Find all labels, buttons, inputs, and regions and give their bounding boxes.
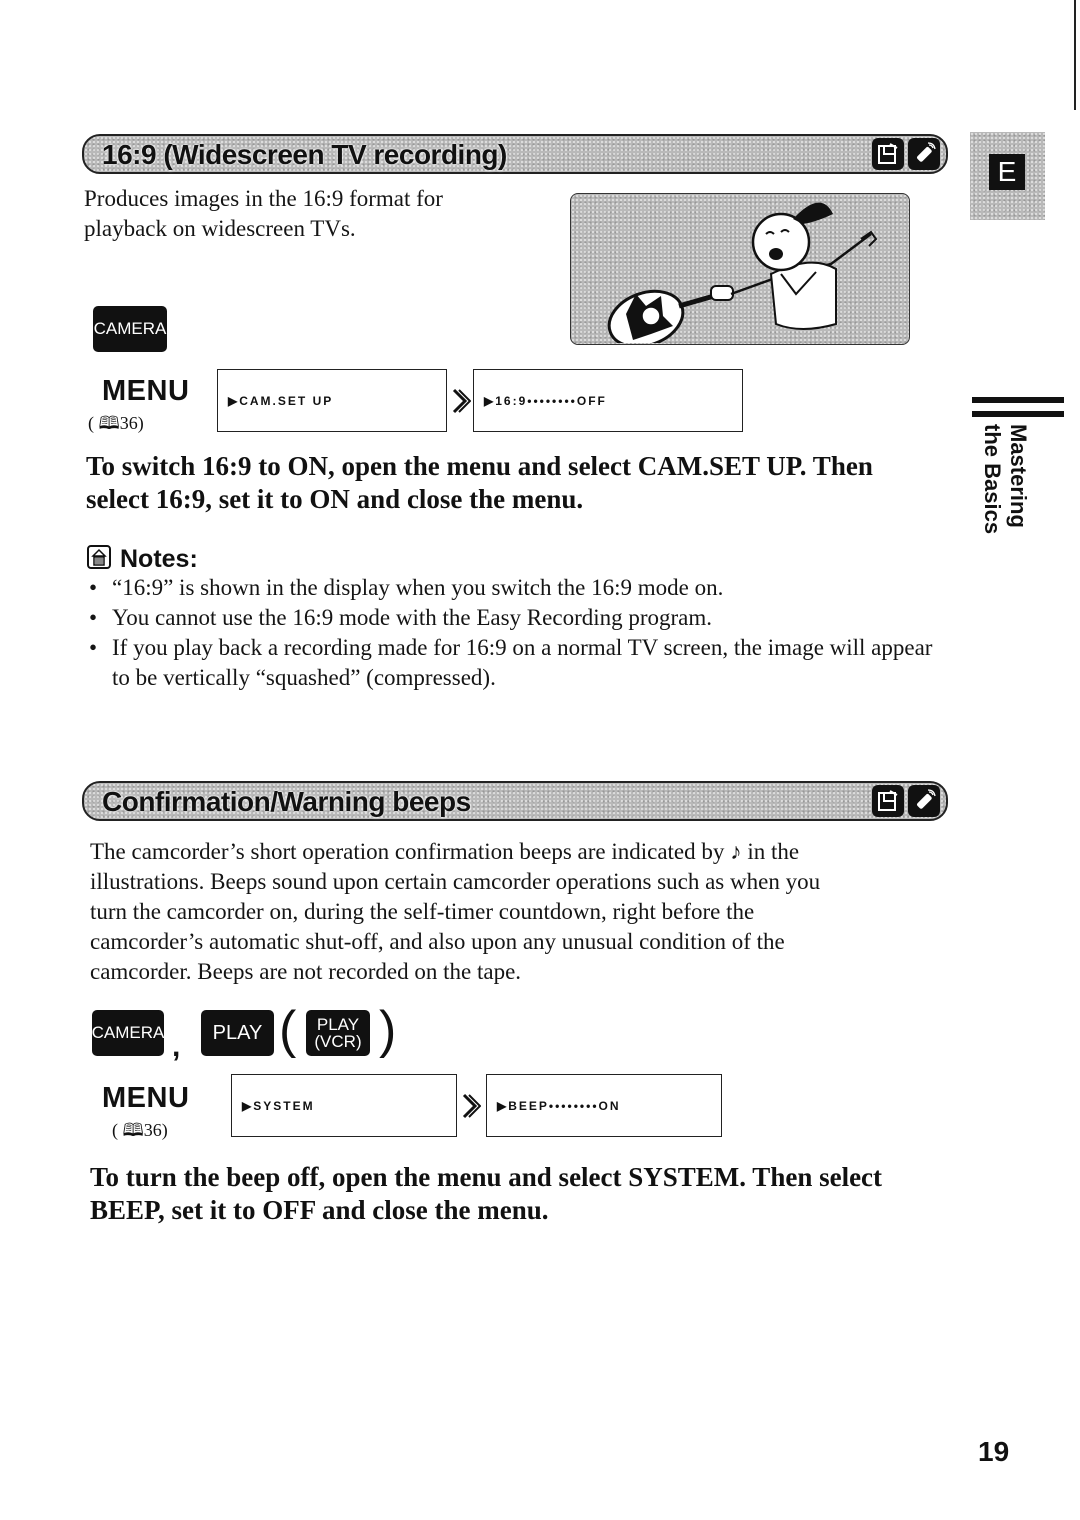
- description-line: The camcorder’s short operation confirma…: [90, 839, 800, 864]
- section-header-widescreen: 16:9 (Widescreen TV recording): [82, 134, 948, 174]
- paren-close: ): [379, 1001, 397, 1059]
- play-vcr-mode-badge: PLAY (VCR): [306, 1010, 370, 1056]
- chapter-line: the Basics: [980, 424, 1005, 535]
- menu-label: MENU: [102, 1082, 190, 1114]
- menu-screen-text: ▶BEEP••••••••ON: [497, 1099, 621, 1113]
- instruction: To switch 16:9 to ON, open the menu and …: [86, 450, 873, 516]
- chapter-label: Mastering the Basics: [975, 424, 1035, 544]
- section-header-beeps: Confirmation/Warning beeps: [82, 781, 948, 821]
- description-line: camcorder’s automatic shut-off, and also…: [90, 929, 785, 954]
- chapter-line: Mastering: [1006, 424, 1031, 528]
- menu-screen-step2: ▶BEEP••••••••ON: [486, 1074, 722, 1137]
- description-line: playback on widescreen TVs.: [84, 216, 356, 241]
- instruction: To turn the beep off, open the menu and …: [90, 1161, 882, 1227]
- chevron-right-icon: [461, 1093, 482, 1124]
- camcorder-icon: [872, 138, 904, 170]
- page-reference: ( 🕮36): [112, 1120, 168, 1140]
- description-line: turn the camcorder on, during the self-t…: [90, 899, 755, 924]
- instruction-line: To turn the beep off, open the menu and …: [90, 1162, 883, 1192]
- play-mode-badge: PLAY: [201, 1010, 274, 1056]
- menu-screen-step2: ▶16:9••••••••OFF: [473, 369, 743, 432]
- menu-label: MENU: [102, 375, 190, 407]
- instruction-line: select 16:9, set it to ON and close the …: [86, 484, 584, 514]
- section-title: 16:9 (Widescreen TV recording): [102, 139, 507, 170]
- description-line: camcorder. Beeps are not recorded on the…: [90, 959, 522, 984]
- notes-list: “16:9” is shown in the display when you …: [86, 573, 936, 693]
- note-item: You cannot use the 16:9 mode with the Ea…: [86, 603, 936, 633]
- menu-screen-text: ▶CAM.SET UP: [228, 394, 334, 408]
- language-tab: E: [970, 132, 1045, 220]
- book-icon: 🕮: [122, 1120, 144, 1140]
- section-description: The camcorder’s short operation confirma…: [90, 837, 820, 987]
- chevron-right-icon: [451, 388, 472, 419]
- chapter-divider: [972, 397, 1064, 403]
- note-item: If you play back a recording made for 16…: [86, 633, 936, 693]
- book-icon: 🕮: [98, 413, 120, 433]
- description-line: Produces images in the 16:9 format for: [84, 186, 443, 211]
- instruction-line: To switch 16:9 to ON, open the menu and …: [86, 451, 873, 481]
- language-letter: E: [989, 154, 1025, 190]
- page-reference: ( 🕮36): [88, 413, 144, 433]
- page-number: 19: [978, 1436, 1010, 1467]
- note-item: “16:9” is shown in the display when you …: [86, 573, 936, 603]
- section-description: Produces images in the 16:9 format for p…: [84, 184, 443, 244]
- menu-screen-step1: ▶CAM.SET UP: [217, 369, 447, 432]
- paren-open: (: [279, 1001, 297, 1059]
- camera-mode-badge: CAMERA: [93, 306, 167, 352]
- notes-icon: [86, 544, 112, 575]
- menu-screen-text: ▶SYSTEM: [242, 1099, 315, 1113]
- remote-control-icon: [908, 785, 940, 817]
- camera-mode-badge: CAMERA: [92, 1010, 164, 1056]
- instruction-line: BEEP, set it to OFF and close the menu.: [90, 1195, 549, 1225]
- chapter-divider: [972, 411, 1064, 417]
- section-title: Confirmation/Warning beeps: [102, 786, 471, 817]
- description-line: illustrations. Beeps sound upon certain …: [90, 869, 821, 894]
- menu-screen-text: ▶16:9••••••••OFF: [484, 394, 607, 408]
- remote-control-icon: [908, 138, 940, 170]
- girl-playing-tennis-illustration: [570, 193, 910, 349]
- notes-heading: Notes:: [86, 544, 198, 575]
- camcorder-icon: [872, 785, 904, 817]
- notes-title: Notes:: [120, 545, 198, 573]
- separator-comma: ,: [172, 1030, 181, 1063]
- page-edge: [1074, 0, 1076, 110]
- menu-screen-step1: ▶SYSTEM: [231, 1074, 457, 1137]
